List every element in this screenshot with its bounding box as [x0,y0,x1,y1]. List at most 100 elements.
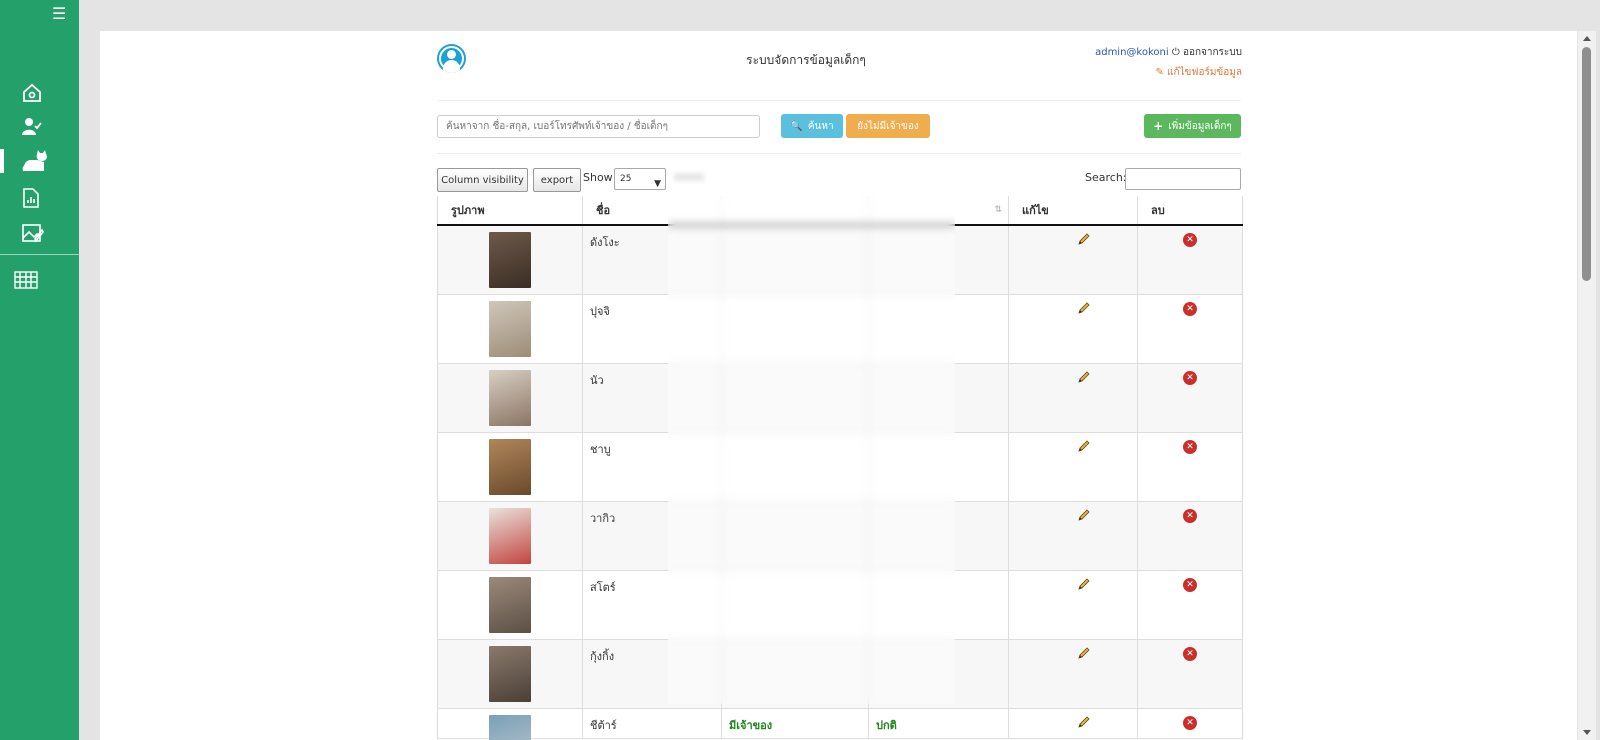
divider [437,100,1241,101]
delete-cell: ✕ [1137,570,1243,640]
sidebar-item-reports[interactable] [0,183,79,213]
health-status: ปกติ [876,718,897,732]
cat-name: สโตร์ [590,580,616,594]
add-button[interactable]: + เพิ่มข้อมูลเด็กๆ [1144,114,1241,138]
user-info: admin@kokoni ⏻ ออกจากระบบ [1050,45,1242,60]
pencil-icon[interactable] [1077,715,1091,729]
cat-photo[interactable] [489,507,531,564]
column-visibility-button[interactable]: Column visibility [437,168,528,192]
scroll-up-icon[interactable] [1583,36,1591,41]
edit-form-link[interactable]: ✎ แก้ไขฟอร์มข้อมูล [1050,65,1242,80]
show-label: Show [583,171,613,184]
edit-cell [1008,639,1138,709]
search-button[interactable]: 🔍 ค้นหา [781,114,843,138]
scroll-down-icon[interactable] [1583,730,1591,735]
search-icon: 🔍 [790,120,803,132]
owner-status: มีเจ้าของ [729,718,773,732]
delete-cell: ✕ [1137,639,1243,709]
column-header-delete[interactable]: ลบ [1137,196,1243,226]
power-icon: ⏻ [1171,47,1180,58]
column-header-edit[interactable]: แก้ไข [1008,196,1138,226]
delete-icon[interactable]: ✕ [1183,370,1197,385]
no-owner-button[interactable]: ยังไม่มีเจ้าของ [846,114,930,138]
delete-icon[interactable]: ✕ [1183,439,1197,454]
cat-photo[interactable] [489,300,531,357]
sidebar-item-images[interactable] [0,218,79,248]
user-check-icon [22,118,42,135]
photo-cell [437,225,583,295]
delete-icon[interactable]: ✕ [1183,301,1197,316]
cat-photo[interactable] [489,369,531,426]
sidebar-divider [0,254,79,255]
column-header-photo[interactable]: รูปภาพ [437,196,583,226]
scroll-thumb[interactable] [1582,47,1591,281]
photo-cell [437,639,583,709]
edit-cell [1008,501,1138,571]
table-search-input[interactable] [1125,168,1241,190]
no-owner-button-label: ยังไม่มีเจ้าของ [857,120,919,132]
logout-link[interactable]: ออกจากระบบ [1183,47,1242,58]
pencil-icon[interactable] [1077,646,1091,660]
sort-icon: ⇅ [994,205,1002,215]
sidebar: ☰ [0,0,79,740]
table-row: ชีต้าร์ มีเจ้าของ ปกติ ✕ [437,708,1243,740]
search-input[interactable] [437,115,760,138]
photo-cell [437,294,583,364]
edit-cell [1008,432,1138,502]
delete-icon[interactable]: ✕ [1183,715,1197,730]
cat-name: วากิว [590,511,616,525]
cat-photo[interactable] [489,232,531,288]
page-scrollbar[interactable] [1578,31,1596,740]
name-cell: ชีต้าร์ [582,708,722,739]
photo-cell [437,501,583,571]
page-length-value: 25 [620,174,632,184]
plus-icon: + [1153,119,1164,133]
sidebar-item-cats[interactable] [0,146,79,176]
cat-photo[interactable] [489,576,531,633]
pencil-icon[interactable] [1077,301,1091,315]
cat-name: ดังโงะ [590,236,620,249]
edit-icon: ✎ [1155,67,1164,78]
pencil-icon[interactable] [1077,508,1091,522]
pencil-icon[interactable] [1077,577,1091,591]
hamburger-icon[interactable]: ☰ [52,6,66,22]
delete-icon[interactable]: ✕ [1183,508,1197,523]
status-cell: ปกติ [868,708,1009,739]
page-length-select[interactable]: 25 ▼ [614,168,666,190]
photo-cell [437,570,583,640]
cat-photo[interactable] [489,645,531,702]
delete-cell: ✕ [1137,432,1243,502]
delete-cell: ✕ [1137,708,1243,739]
delete-icon[interactable]: ✕ [1183,646,1197,661]
pencil-icon[interactable] [1077,232,1091,246]
delete-cell: ✕ [1137,501,1243,571]
report-icon [23,188,39,208]
edit-cell [1008,570,1138,640]
photo-cell [437,432,583,502]
add-button-label: เพิ่มข้อมูลเด็กๆ [1168,120,1232,132]
cat-photo[interactable] [489,714,531,740]
sidebar-item-users[interactable] [0,111,79,141]
delete-cell: ✕ [1137,294,1243,364]
cat-name: ชีต้าร์ [590,718,617,732]
sidebar-item-home[interactable] [0,78,79,108]
export-button[interactable]: export [533,168,581,192]
cat-name: กุ้งกิ้ง [590,649,615,663]
divider [437,153,1241,154]
cat-photo[interactable] [489,438,531,495]
pencil-icon[interactable] [1077,439,1091,453]
photo-cell [437,363,583,433]
cat-name: ชาบู [590,442,611,456]
search-button-label: ค้นหา [807,120,834,132]
table-search-label: Search: [1085,171,1127,184]
edit-cell [1008,225,1138,295]
page-title: ระบบจัดการข้อมูลเด็กๆ [746,53,866,67]
delete-icon[interactable]: ✕ [1183,577,1197,592]
edit-cell [1008,294,1138,364]
user-name: admin@kokoni [1095,47,1169,58]
photo-cell [437,708,583,740]
blurred-entries-label [674,173,704,181]
delete-icon[interactable]: ✕ [1183,233,1197,247]
pencil-icon[interactable] [1077,370,1091,384]
sidebar-item-spreadsheet[interactable] [0,265,79,295]
